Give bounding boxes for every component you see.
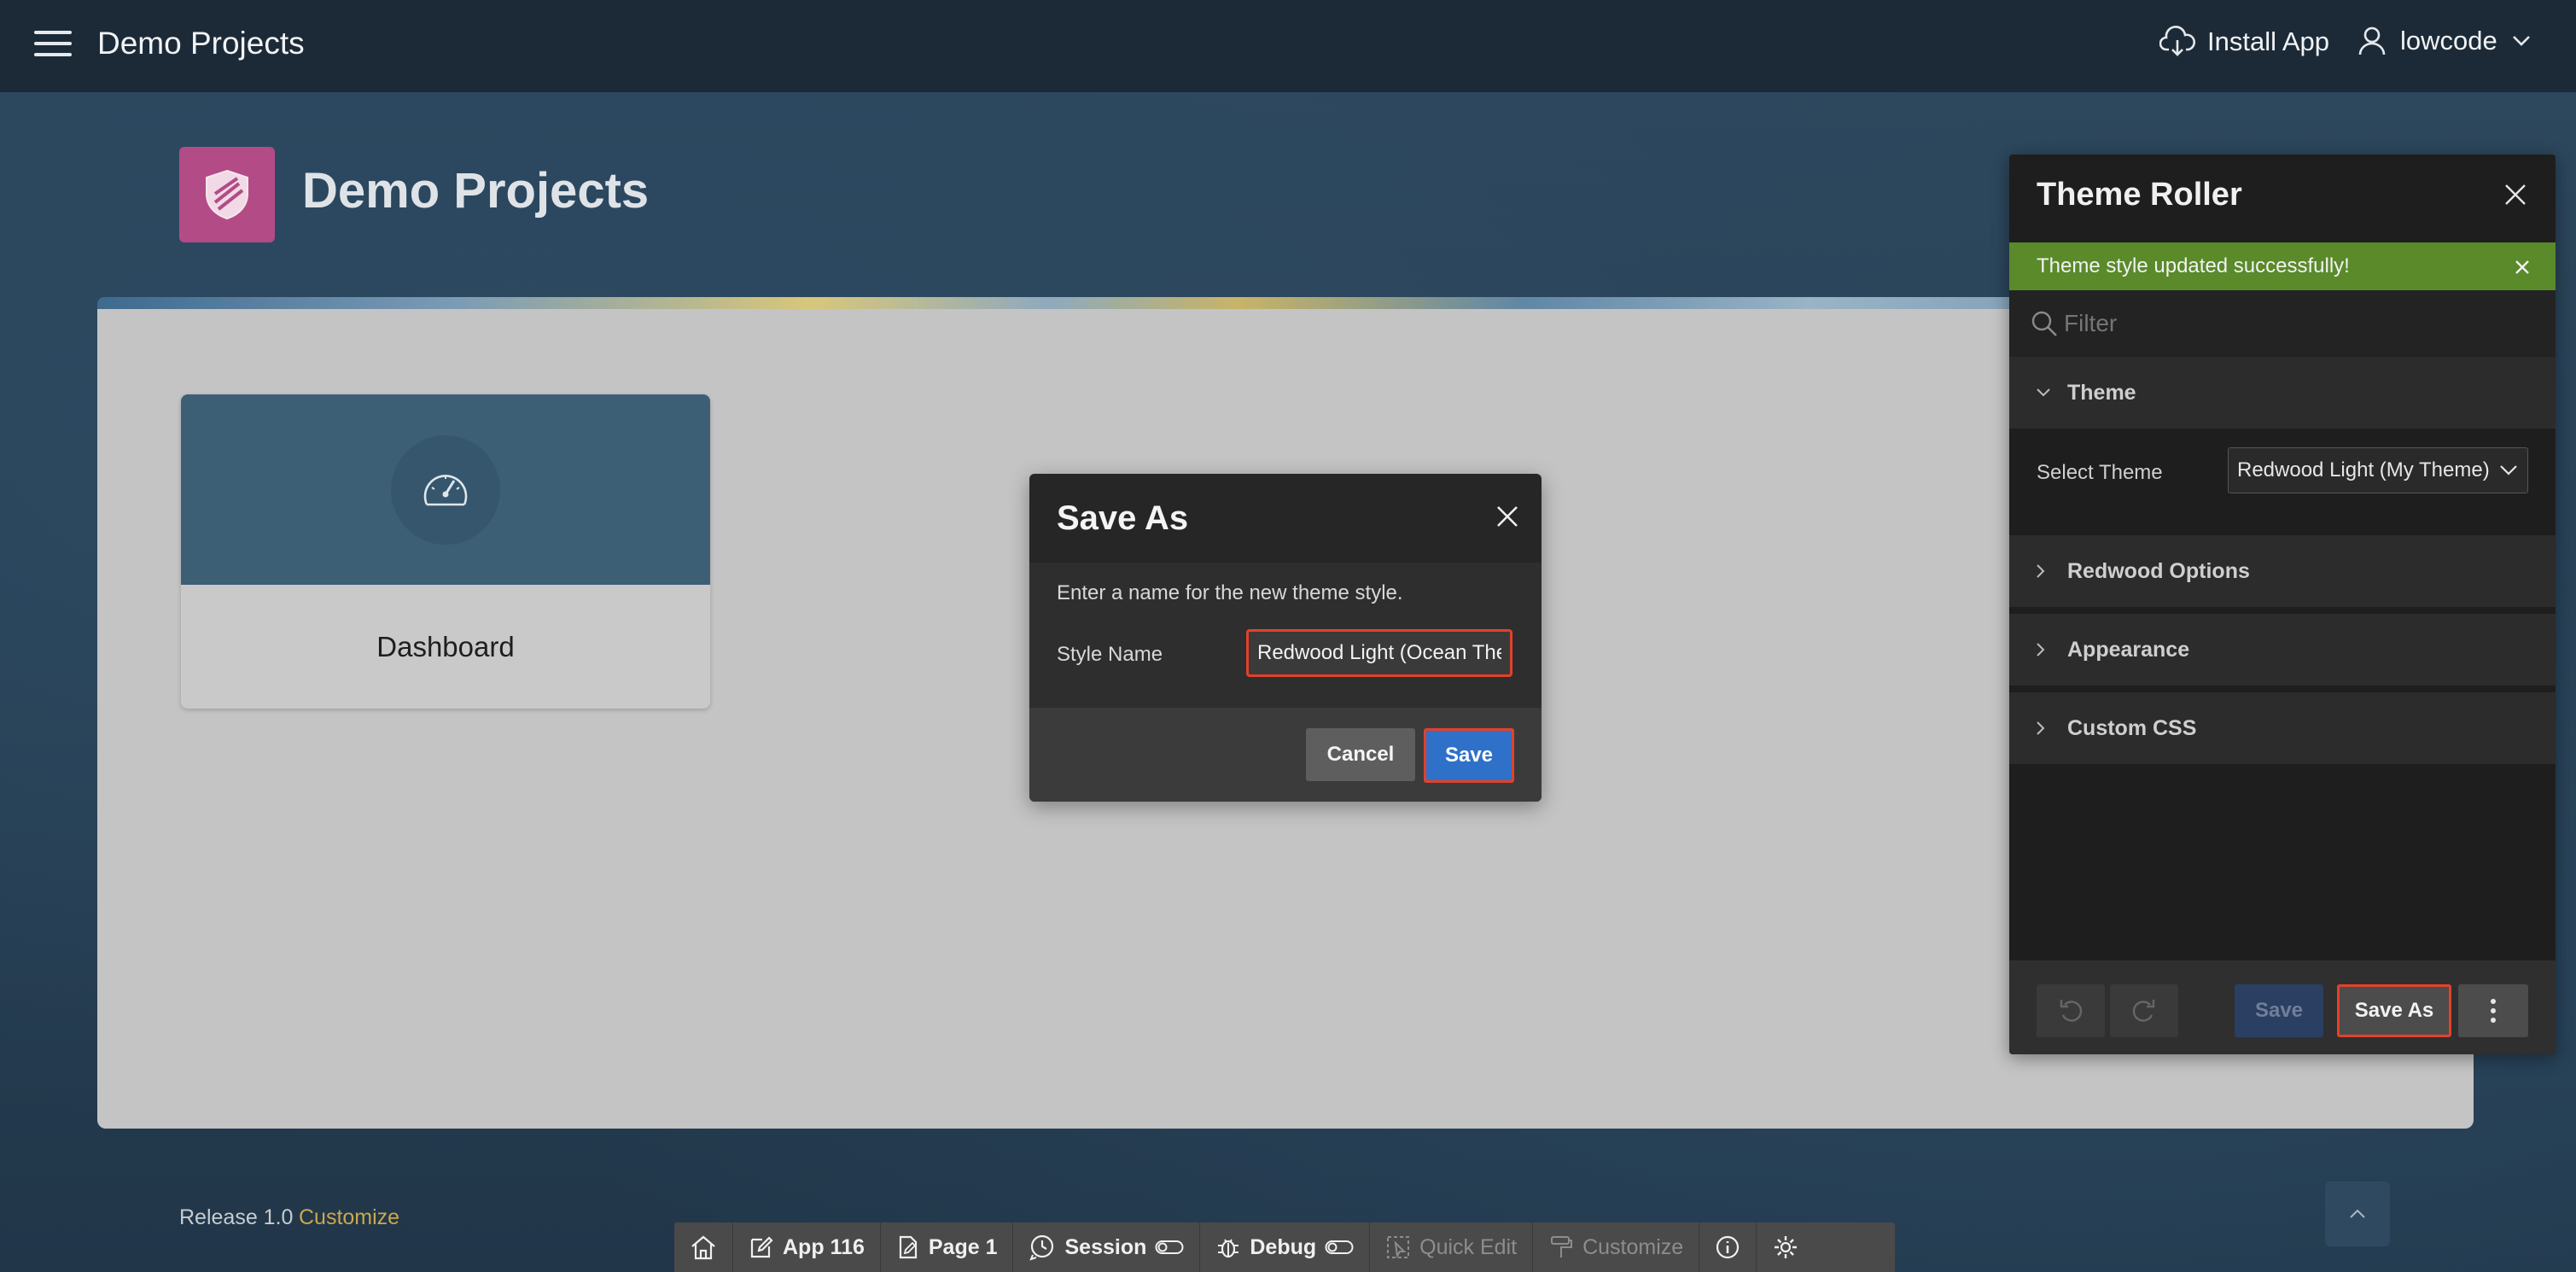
chevron-right-icon bbox=[2037, 564, 2045, 578]
toggle-icon bbox=[1325, 1240, 1354, 1254]
section-custom-css-label: Custom CSS bbox=[2067, 715, 2197, 740]
customize-link[interactable]: Customize bbox=[299, 1205, 399, 1230]
more-options-button[interactable] bbox=[2458, 984, 2528, 1037]
top-navigation-bar: Demo Projects Install App lowcode bbox=[0, 0, 2576, 92]
chevron-down-icon bbox=[2512, 36, 2530, 46]
dialog-title: Save As bbox=[1057, 499, 1189, 537]
developer-toolbar: App 116 Page 1 Session Debug Quick Edit … bbox=[674, 1222, 1895, 1272]
page-edit-icon bbox=[899, 1235, 917, 1259]
dialog-footer: Cancel Save bbox=[1029, 708, 1542, 802]
install-app-button[interactable]: Install App bbox=[2159, 26, 2329, 58]
section-custom-css[interactable]: Custom CSS bbox=[2009, 692, 2556, 764]
devbar-customize-label: Customize bbox=[1582, 1234, 1684, 1259]
hamburger-menu-icon[interactable] bbox=[34, 31, 72, 60]
redo-button[interactable] bbox=[2110, 984, 2178, 1037]
section-theme[interactable]: Theme bbox=[2009, 357, 2556, 429]
save-as-dialog: Save As Enter a name for the new theme s… bbox=[1029, 474, 1542, 802]
cancel-button[interactable]: Cancel bbox=[1306, 728, 1415, 781]
speedometer-icon bbox=[423, 474, 468, 505]
user-icon bbox=[2358, 26, 2386, 55]
theme-roller-save-button[interactable]: Save bbox=[2235, 984, 2323, 1037]
theme-roller-footer: Save Save As bbox=[2009, 960, 2556, 1054]
devbar-page-button[interactable]: Page 1 bbox=[881, 1222, 1014, 1272]
app-title[interactable]: Demo Projects bbox=[97, 26, 305, 61]
more-vertical-icon bbox=[2491, 999, 2496, 1023]
paint-roller-icon bbox=[1551, 1236, 1573, 1257]
session-icon bbox=[1029, 1234, 1054, 1261]
close-icon[interactable] bbox=[2513, 258, 2532, 277]
chevron-down-icon bbox=[2498, 462, 2519, 479]
section-theme-label: Theme bbox=[2067, 380, 2136, 405]
close-icon bbox=[1497, 506, 1518, 527]
section-appearance-label: Appearance bbox=[2067, 637, 2190, 662]
chevron-right-icon bbox=[2037, 721, 2045, 735]
success-alert: Theme style updated successfully! bbox=[2009, 242, 2556, 290]
dialog-description: Enter a name for the new theme style. bbox=[1057, 581, 1403, 604]
page-title: Demo Projects bbox=[302, 163, 650, 219]
devbar-settings-button[interactable] bbox=[1757, 1222, 1815, 1272]
home-icon bbox=[691, 1235, 715, 1260]
section-appearance[interactable]: Appearance bbox=[2009, 614, 2556, 686]
theme-roller-close-button[interactable] bbox=[2501, 180, 2530, 209]
save-button[interactable]: Save bbox=[1424, 728, 1514, 783]
scroll-to-top-button[interactable] bbox=[2325, 1182, 2390, 1246]
dialog-body: Enter a name for the new theme style. St… bbox=[1029, 563, 1542, 708]
filter-input[interactable] bbox=[2064, 306, 2525, 341]
install-app-label: Install App bbox=[2207, 26, 2330, 56]
chevron-right-icon bbox=[2037, 643, 2045, 656]
theme-roller-title: Theme Roller bbox=[2037, 177, 2242, 213]
dialog-close-button[interactable] bbox=[1490, 499, 1524, 534]
chevron-down-icon bbox=[2037, 388, 2050, 397]
undo-icon bbox=[2060, 1000, 2083, 1022]
success-alert-message: Theme style updated successfully! bbox=[2037, 254, 2350, 277]
devbar-customize-button[interactable]: Customize bbox=[1533, 1222, 1700, 1272]
card-label: Dashboard bbox=[376, 630, 515, 662]
devbar-session-button[interactable]: Session bbox=[1013, 1222, 1201, 1272]
select-theme-value: Redwood Light (My Theme) bbox=[2237, 458, 2490, 481]
info-icon bbox=[1716, 1235, 1740, 1259]
theme-roller-save-as-button[interactable]: Save As bbox=[2337, 984, 2451, 1037]
dashboard-card[interactable]: Dashboard bbox=[181, 394, 710, 709]
devbar-info-button[interactable] bbox=[1699, 1222, 1757, 1272]
username: lowcode bbox=[2400, 26, 2497, 55]
close-icon bbox=[2505, 184, 2526, 205]
search-icon bbox=[2031, 311, 2057, 336]
card-icon-circle bbox=[391, 435, 500, 545]
section-redwood-options-label: Redwood Options bbox=[2067, 558, 2250, 583]
filter-bar bbox=[2009, 290, 2556, 357]
theme-section-body: Select Theme Redwood Light (My Theme) bbox=[2009, 429, 2556, 516]
devbar-page-label: Page 1 bbox=[928, 1234, 998, 1259]
style-name-input[interactable] bbox=[1246, 629, 1512, 677]
card-header bbox=[181, 394, 710, 585]
quick-edit-icon bbox=[1387, 1236, 1410, 1258]
shield-icon bbox=[206, 169, 248, 220]
devbar-home-button[interactable] bbox=[674, 1222, 733, 1272]
cloud-download-icon bbox=[2159, 26, 2195, 56]
select-theme-label: Select Theme bbox=[2037, 461, 2163, 484]
toggle-icon bbox=[1155, 1240, 1184, 1254]
release-label: Release 1.0 bbox=[179, 1205, 294, 1229]
app-logo bbox=[179, 147, 275, 242]
devbar-debug-label: Debug bbox=[1250, 1234, 1317, 1259]
select-theme-dropdown[interactable]: Redwood Light (My Theme) bbox=[2228, 447, 2528, 493]
devbar-app-button[interactable]: App 116 bbox=[733, 1222, 881, 1272]
bug-icon bbox=[1218, 1239, 1239, 1258]
redo-icon bbox=[2132, 1000, 2155, 1022]
theme-roller-panel: Theme Roller Theme style updated success… bbox=[2009, 155, 2556, 1054]
edit-icon bbox=[750, 1236, 773, 1258]
devbar-app-label: App 116 bbox=[783, 1234, 865, 1259]
devbar-quick-edit-button[interactable]: Quick Edit bbox=[1370, 1222, 1534, 1272]
section-redwood-options[interactable]: Redwood Options bbox=[2009, 535, 2556, 607]
user-menu[interactable]: lowcode bbox=[2357, 26, 2532, 56]
gear-icon bbox=[1775, 1236, 1798, 1258]
devbar-quick-edit-label: Quick Edit bbox=[1419, 1234, 1518, 1259]
style-name-label: Style Name bbox=[1057, 643, 1163, 666]
chevron-up-icon bbox=[2350, 1209, 2365, 1218]
undo-button[interactable] bbox=[2037, 984, 2105, 1037]
devbar-debug-button[interactable]: Debug bbox=[1200, 1222, 1371, 1272]
devbar-session-label: Session bbox=[1064, 1234, 1147, 1259]
